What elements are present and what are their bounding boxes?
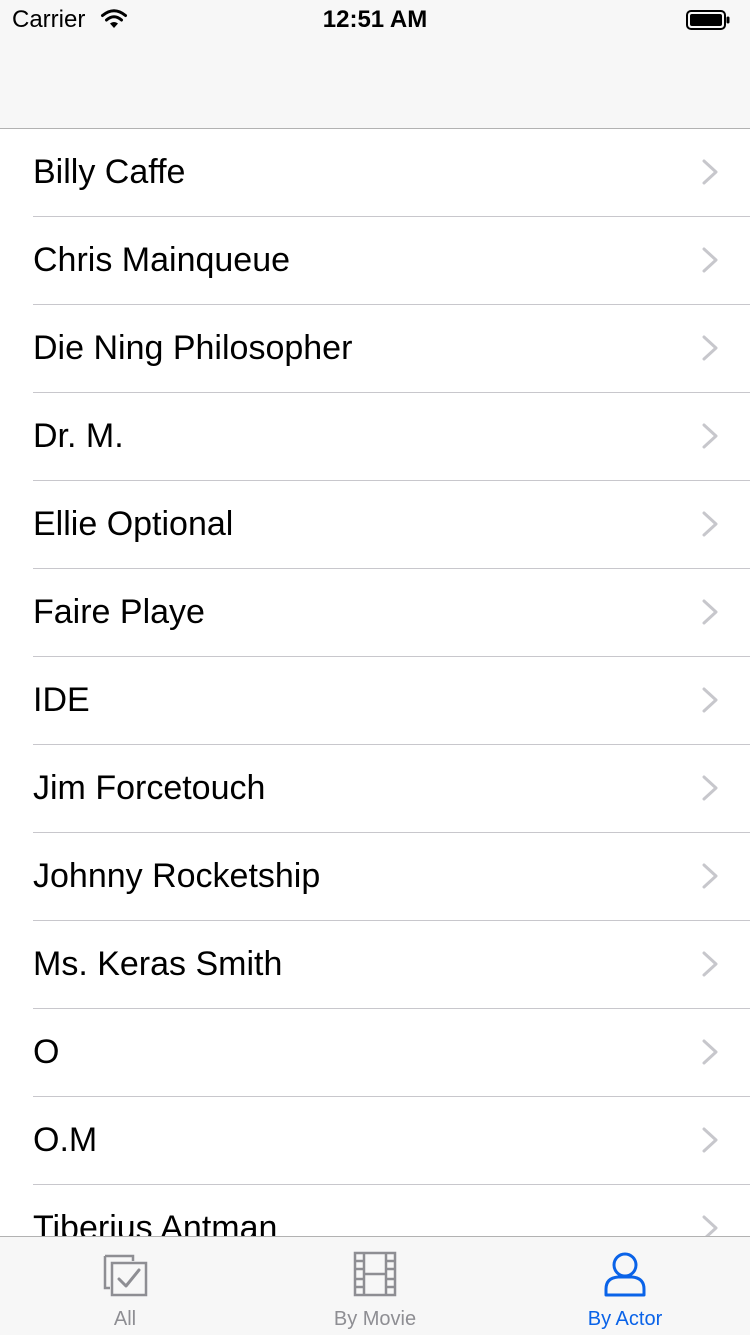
actor-name: O: [33, 1033, 60, 1071]
chevron-right-icon: [702, 775, 718, 801]
navigation-bar: [0, 40, 750, 129]
status-bar: Carrier 12:51 AM: [0, 0, 750, 40]
tab-label: All: [113, 1308, 137, 1330]
actor-row[interactable]: Tiberius Antman: [0, 1185, 750, 1236]
actor-name: O.M: [33, 1121, 98, 1159]
tab-label: By Actor: [587, 1308, 663, 1330]
actor-row[interactable]: Die Ning Philosopher: [0, 305, 750, 393]
actor-name: Billy Caffe: [33, 153, 186, 191]
actor-name: Ms. Keras Smith: [33, 945, 283, 983]
tab-all[interactable]: All: [0, 1237, 250, 1335]
chevron-right-icon: [702, 1215, 718, 1236]
actor-row[interactable]: IDE: [0, 657, 750, 745]
tab-by-actor[interactable]: By Actor: [500, 1237, 750, 1335]
actor-row[interactable]: Dr. M.: [0, 393, 750, 481]
chevron-right-icon: [702, 423, 718, 449]
actor-name: Jim Forcetouch: [33, 769, 266, 807]
actor-row[interactable]: Johnny Rocketship: [0, 833, 750, 921]
chevron-right-icon: [702, 159, 718, 185]
chevron-right-icon: [702, 1127, 718, 1153]
tab-bar: All By Movie By Actor: [0, 1236, 750, 1335]
actor-row[interactable]: Ms. Keras Smith: [0, 921, 750, 1009]
tab-by-movie[interactable]: By Movie: [250, 1237, 500, 1335]
chevron-right-icon: [702, 599, 718, 625]
chevron-right-icon: [702, 951, 718, 977]
chevron-right-icon: [702, 863, 718, 889]
actor-name: Johnny Rocketship: [33, 857, 321, 895]
tab-label: By Movie: [333, 1308, 417, 1330]
clock: 12:51 AM: [322, 6, 428, 33]
actor-name: Tiberius Antman: [33, 1209, 278, 1236]
actor-name: Chris Mainqueue: [33, 241, 291, 279]
chevron-right-icon: [702, 247, 718, 273]
actor-list[interactable]: Billy Caffe Chris Mainqueue Die Ning Phi…: [0, 129, 750, 1236]
chevron-right-icon: [702, 687, 718, 713]
actor-name: Ellie Optional: [33, 505, 234, 543]
actor-row[interactable]: Jim Forcetouch: [0, 745, 750, 833]
chevron-right-icon: [702, 1039, 718, 1065]
actor-row[interactable]: Billy Caffe: [0, 129, 750, 217]
actor-row[interactable]: Faire Playe: [0, 569, 750, 657]
actor-row[interactable]: Ellie Optional: [0, 481, 750, 569]
film-icon: [353, 1251, 397, 1297]
chevron-right-icon: [702, 511, 718, 537]
chevron-right-icon: [702, 335, 718, 361]
actor-row[interactable]: Chris Mainqueue: [0, 217, 750, 305]
person-icon: [604, 1252, 646, 1297]
actor-name: Die Ning Philosopher: [33, 329, 353, 367]
actor-row[interactable]: O: [0, 1009, 750, 1097]
actor-name: Faire Playe: [33, 593, 205, 631]
actor-name: Dr. M.: [33, 417, 124, 455]
actor-row[interactable]: O.M: [0, 1097, 750, 1185]
checklist-icon: [103, 1254, 148, 1297]
actor-name: IDE: [33, 681, 90, 719]
battery-icon: [686, 10, 730, 30]
